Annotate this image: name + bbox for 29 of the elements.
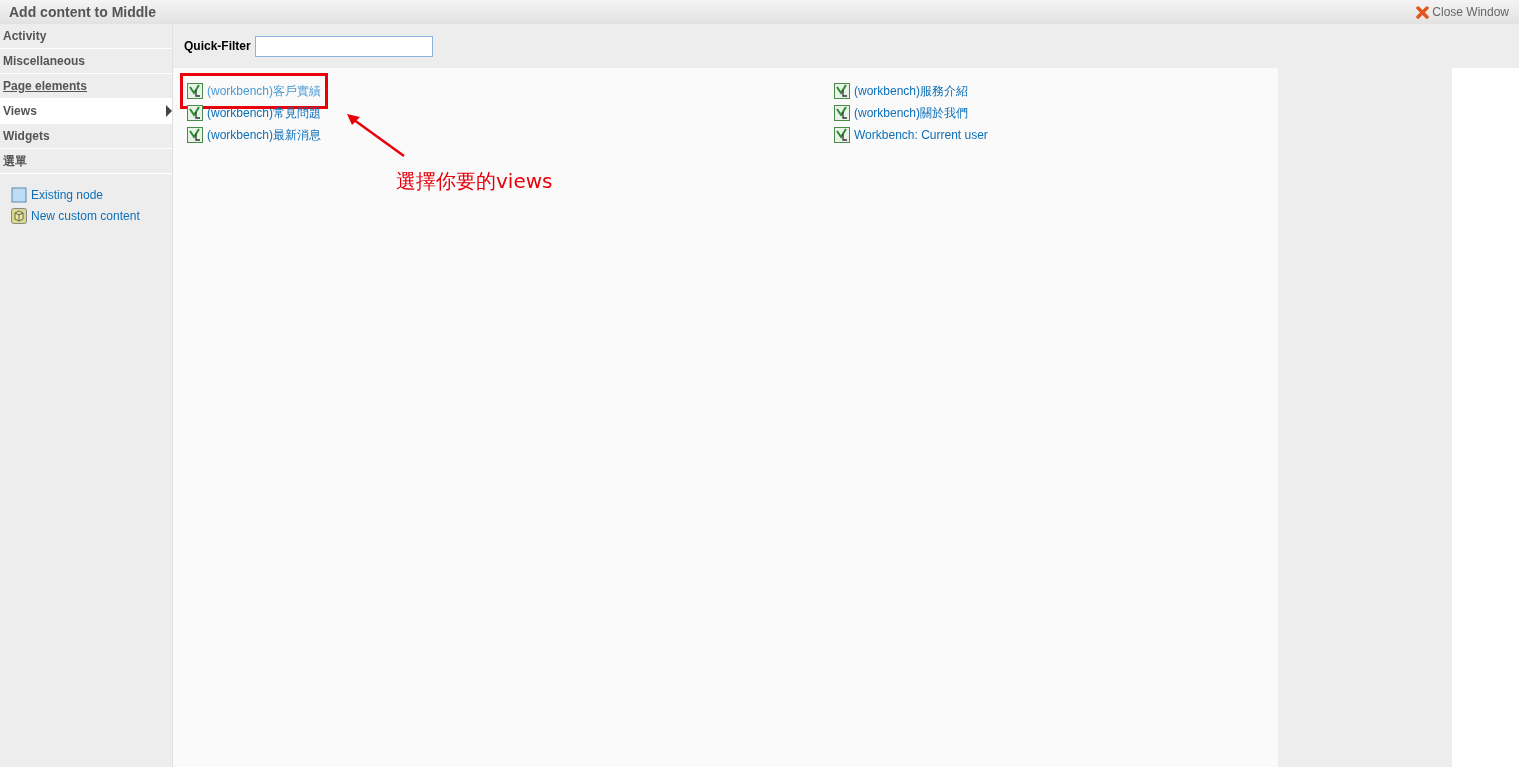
- view-icon: [834, 83, 850, 99]
- view-icon: [834, 127, 850, 143]
- annotation-arrow: [346, 113, 406, 158]
- node-icon: [11, 187, 27, 203]
- close-icon: [1416, 5, 1430, 19]
- content-link[interactable]: New custom content: [11, 208, 172, 224]
- view-icon: [187, 105, 203, 121]
- category-tab[interactable]: Views: [0, 99, 172, 124]
- view-link[interactable]: Workbench: Current user: [834, 124, 988, 146]
- view-link[interactable]: (workbench)常見問題: [187, 102, 322, 124]
- view-link[interactable]: (workbench)服務介紹: [834, 80, 969, 102]
- view-icon: [187, 83, 203, 99]
- view-icon: [187, 127, 203, 143]
- category-tab[interactable]: Widgets: [0, 124, 172, 149]
- annotation-text: 選擇你要的views: [396, 168, 553, 195]
- view-link[interactable]: (workbench)最新消息: [187, 124, 322, 146]
- view-icon: [834, 105, 850, 121]
- category-tab[interactable]: Activity: [0, 24, 172, 49]
- package-icon: [11, 208, 27, 224]
- category-tab[interactable]: Miscellaneous: [0, 49, 172, 74]
- view-link[interactable]: (workbench)關於我們: [834, 102, 969, 124]
- triangle-icon: [166, 105, 172, 117]
- quick-filter-field[interactable]: [254, 35, 433, 57]
- content-link[interactable]: Existing node: [11, 187, 172, 203]
- close-window-link[interactable]: Close Window: [1416, 5, 1509, 19]
- filter-label: Quick-Filter: [184, 39, 251, 53]
- category-tab[interactable]: 選單: [0, 149, 172, 174]
- view-link[interactable]: (workbench)客戶實績: [187, 80, 322, 102]
- window-title: Add content to Middle: [9, 4, 156, 20]
